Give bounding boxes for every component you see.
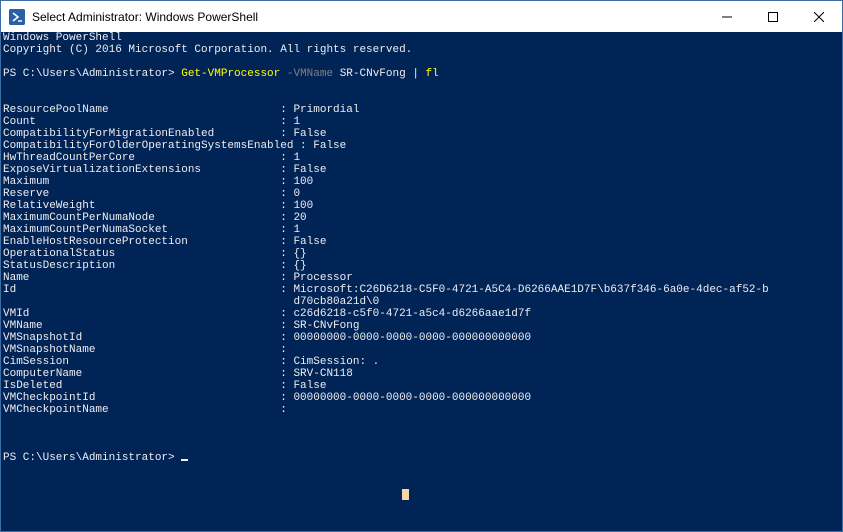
property-line: OperationalStatus : {} — [3, 248, 307, 260]
property-line: StatusDescription : {} — [3, 260, 307, 272]
property-line: RelativeWeight : 100 — [3, 200, 314, 212]
maximize-button[interactable] — [750, 1, 796, 32]
property-line: CompatibilityForOlderOperatingSystemsEna… — [3, 140, 347, 152]
window-title: Select Administrator: Windows PowerShell — [32, 9, 259, 24]
cmdlet-name: Get-VMProcessor — [181, 68, 281, 80]
maximize-icon — [768, 11, 778, 22]
property-line: d70cb80a21d\0 — [3, 296, 380, 308]
command-line: PS C:\Users\Administrator> Get-VMProcess… — [3, 68, 823, 80]
pipe-operator: | — [412, 68, 419, 80]
prompt: PS C:\Users\Administrator> — [3, 68, 182, 80]
property-line: CimSession : CimSession: . — [3, 356, 380, 368]
property-line: VMId : c26d6218-c5f0-4721-a5c4-d6266aae1… — [3, 308, 532, 320]
close-icon — [814, 11, 824, 22]
prompt: PS C:\Users\Administrator> — [3, 452, 182, 464]
property-line: VMCheckpointId : 00000000-0000-0000-0000… — [3, 392, 532, 404]
property-line: MaximumCountPerNumaSocket : 1 — [3, 224, 301, 236]
header-line: Windows PowerShell — [3, 32, 122, 44]
pipe-cmdlet: fl — [425, 68, 439, 80]
property-line: HwThreadCountPerCore : 1 — [3, 152, 301, 164]
property-line: IsDeleted : False — [3, 380, 327, 392]
parameter-name: -VMName — [286, 68, 334, 80]
property-line: EnableHostResourceProtection : False — [3, 236, 327, 248]
property-line: Maximum : 100 — [3, 176, 314, 188]
property-line: ExposeVirtualizationExtensions : False — [3, 164, 327, 176]
title-bar[interactable]: Select Administrator: Windows PowerShell — [1, 1, 842, 32]
powershell-window: Select Administrator: Windows PowerShell… — [0, 0, 843, 532]
copyright-line: Copyright (C) 2016 Microsoft Corporation… — [3, 44, 413, 56]
property-line: VMSnapshotName : — [3, 344, 287, 356]
powershell-icon[interactable] — [9, 8, 25, 25]
minimize-icon — [722, 16, 732, 17]
property-line: ResourcePoolName : Primordial — [3, 104, 360, 116]
property-line: Count : 1 — [3, 116, 301, 128]
window-controls — [704, 1, 842, 32]
property-line: MaximumCountPerNumaNode : 20 — [3, 212, 307, 224]
property-line: VMName : SR-CNvFong — [3, 320, 360, 332]
parameter-value: SR-CNvFong — [339, 68, 406, 80]
final-prompt-line[interactable]: PS C:\Users\Administrator> — [3, 452, 823, 464]
property-line: VMCheckpointName : — [3, 404, 287, 416]
property-list: ResourcePoolName : Primordial Count : 1 Co… — [3, 104, 823, 416]
property-line: Reserve : 0 — [3, 188, 301, 200]
property-line: ComputerName : SRV-CN118 — [3, 368, 353, 380]
text-cursor — [181, 459, 189, 461]
property-line: CompatibilityForMigrationEnabled : False — [3, 128, 327, 140]
console-output[interactable]: Windows PowerShell Copyright (C) 2016 Mic… — [3, 32, 823, 532]
property-line: Name : Processor — [3, 272, 353, 284]
property-line: VMSnapshotId : 00000000-0000-0000-0000-0… — [3, 332, 532, 344]
property-line: Id : Microsoft:C26D6218-C5F0-4721-A5C4-D… — [3, 284, 769, 296]
close-button[interactable] — [796, 1, 842, 32]
mouse-cursor — [402, 489, 409, 500]
minimize-button[interactable] — [704, 1, 750, 32]
